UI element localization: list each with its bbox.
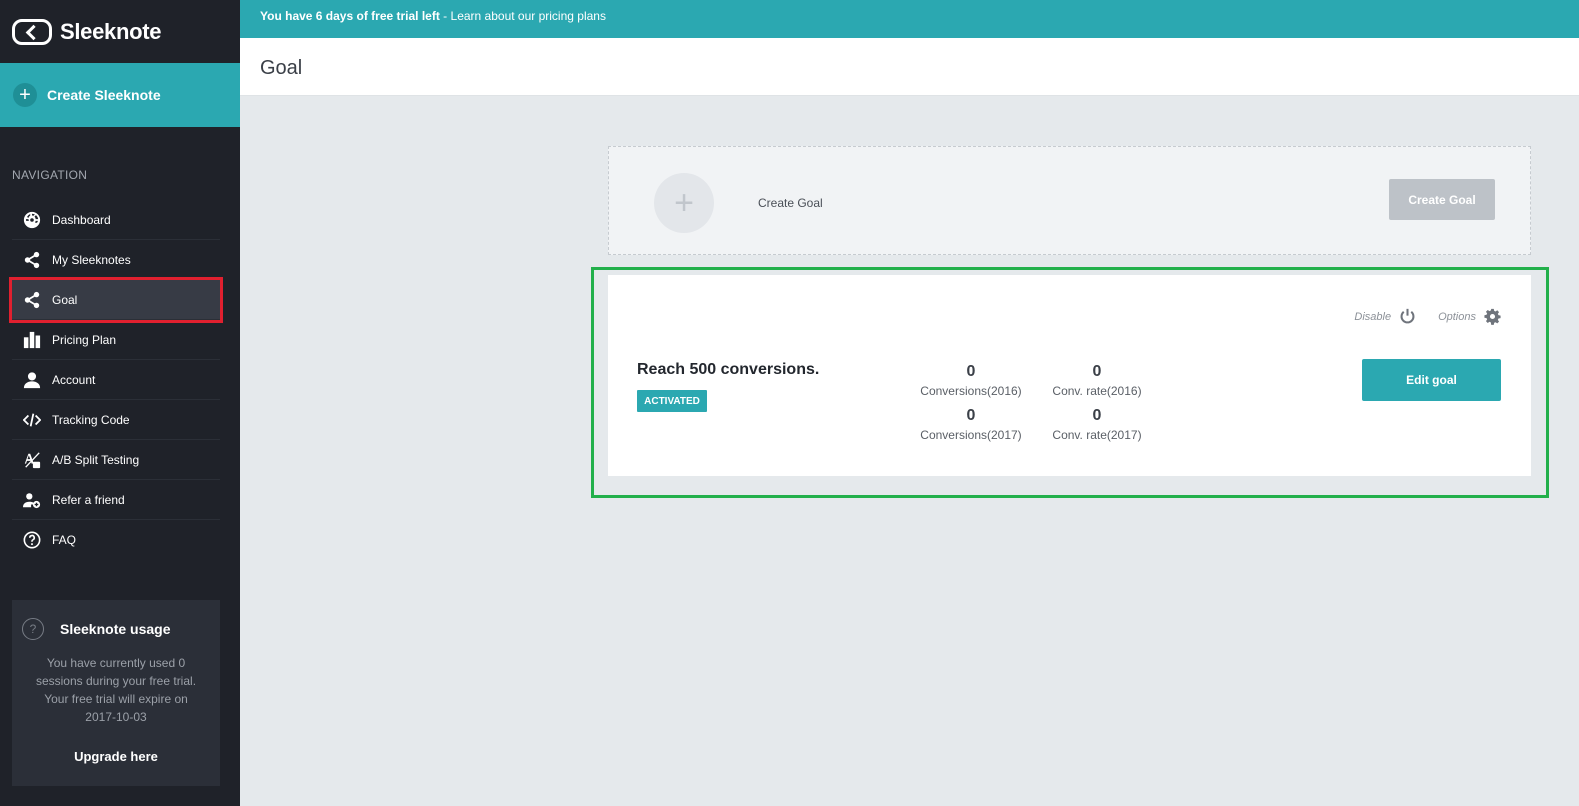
goal-title: Reach 500 conversions. (637, 361, 820, 378)
power-icon (1400, 308, 1415, 324)
create-goal-button[interactable]: Create Goal (1389, 179, 1495, 220)
sidebar-item-label: Refer a friend (52, 492, 125, 507)
usage-text: You have currently used 0 sessions durin… (35, 656, 197, 724)
sidebar-item-ab-split-testing[interactable]: A/B Split Testing (12, 440, 220, 480)
usage-header: ? Sleeknote usage (22, 618, 210, 640)
help-icon[interactable]: ? (22, 618, 44, 640)
nav-list: Dashboard My Sleeknotes Goal Pricing Pla… (0, 200, 240, 560)
goal-card: Disable Options Reach 500 conversions. A… (608, 275, 1531, 476)
create-sleeknote-button[interactable]: + Create Sleeknote (0, 63, 240, 127)
options-label: Options (1438, 310, 1476, 323)
usage-panel: ? Sleeknote usage You have currently use… (12, 600, 220, 786)
sidebar-item-label: Pricing Plan (52, 332, 117, 347)
stat-label: Conv. rate(2017) (1052, 428, 1142, 442)
pricing-icon (22, 330, 42, 350)
banner-separator: - (439, 9, 451, 23)
sidebar-item-dashboard[interactable]: Dashboard (12, 200, 220, 240)
stat-value: 0 (1092, 363, 1102, 380)
sleeknote-logo-icon (12, 18, 52, 45)
gear-icon (1484, 308, 1501, 325)
dashboard-icon (22, 210, 42, 230)
sidebar-item-account[interactable]: Account (12, 360, 220, 400)
stat-label: Conversions(2016) (920, 384, 1022, 398)
ab-test-icon (22, 450, 42, 470)
nav-heading: NAVIGATION (12, 168, 88, 182)
sidebar-item-label: Goal (52, 292, 78, 307)
usage-title: Sleeknote usage (60, 621, 171, 637)
sidebar-item-label: Tracking Code (52, 412, 130, 427)
stat-conv-rate-2016: 0 Conv. rate(2016) (1037, 363, 1157, 398)
stat-value: 0 (966, 363, 976, 380)
logo-text: Sleeknote (60, 18, 162, 44)
sidebar-item-goal[interactable]: Goal (9, 277, 223, 323)
sidebar-item-label: Account (52, 372, 96, 387)
sidebar-item-faq[interactable]: FAQ (12, 520, 220, 560)
help-icon (22, 530, 42, 550)
sidebar-item-pricing-plan[interactable]: Pricing Plan (12, 320, 220, 360)
logo[interactable]: Sleeknote (0, 0, 240, 63)
code-icon (22, 410, 42, 430)
status-badge: ACTIVATED (637, 390, 707, 412)
stat-conversions-2016: 0 Conversions(2016) (911, 363, 1031, 398)
sidebar: Sleeknote + Create Sleeknote NAVIGATION … (0, 0, 240, 806)
sidebar-item-label: Dashboard (52, 212, 111, 227)
options-button[interactable]: Options (1438, 308, 1501, 325)
stat-label: Conv. rate(2016) (1052, 384, 1142, 398)
upgrade-link[interactable]: Upgrade here (22, 749, 210, 764)
stat-value: 0 (1092, 407, 1102, 424)
page-title: Goal (240, 38, 1579, 96)
user-icon (22, 370, 42, 390)
sidebar-item-refer-a-friend[interactable]: Refer a friend (12, 480, 220, 520)
trial-banner: You have 6 days of free trial left - Lea… (240, 0, 1579, 38)
goal-card-actions: Disable Options (1354, 308, 1501, 325)
sidebar-item-tracking-code[interactable]: Tracking Code (12, 400, 220, 440)
sidebar-item-my-sleeknotes[interactable]: My Sleeknotes (12, 240, 220, 280)
trial-text: You have 6 days of free trial left (260, 9, 440, 23)
create-goal-label: Create Goal (758, 196, 823, 210)
stat-conversions-2017: 0 Conversions(2017) (911, 407, 1031, 442)
plus-icon: + (13, 83, 37, 107)
share-icon (22, 250, 42, 270)
stat-value: 0 (966, 407, 976, 424)
disable-label: Disable (1354, 310, 1392, 323)
disable-button[interactable]: Disable (1354, 308, 1416, 325)
sidebar-item-label: FAQ (52, 533, 77, 547)
share-icon (22, 290, 42, 310)
refer-friend-icon (22, 490, 42, 510)
plus-icon[interactable]: + (654, 173, 714, 233)
edit-goal-button[interactable]: Edit goal (1362, 359, 1501, 401)
sidebar-item-label: My Sleeknotes (52, 252, 131, 267)
create-sleeknote-label: Create Sleeknote (47, 87, 161, 103)
pricing-plans-link[interactable]: Learn about our pricing plans (451, 9, 606, 23)
create-goal-panel: + Create Goal Create Goal (608, 146, 1531, 255)
sidebar-item-label: A/B Split Testing (52, 452, 140, 467)
stat-conv-rate-2017: 0 Conv. rate(2017) (1037, 407, 1157, 442)
stat-label: Conversions(2017) (920, 428, 1022, 442)
